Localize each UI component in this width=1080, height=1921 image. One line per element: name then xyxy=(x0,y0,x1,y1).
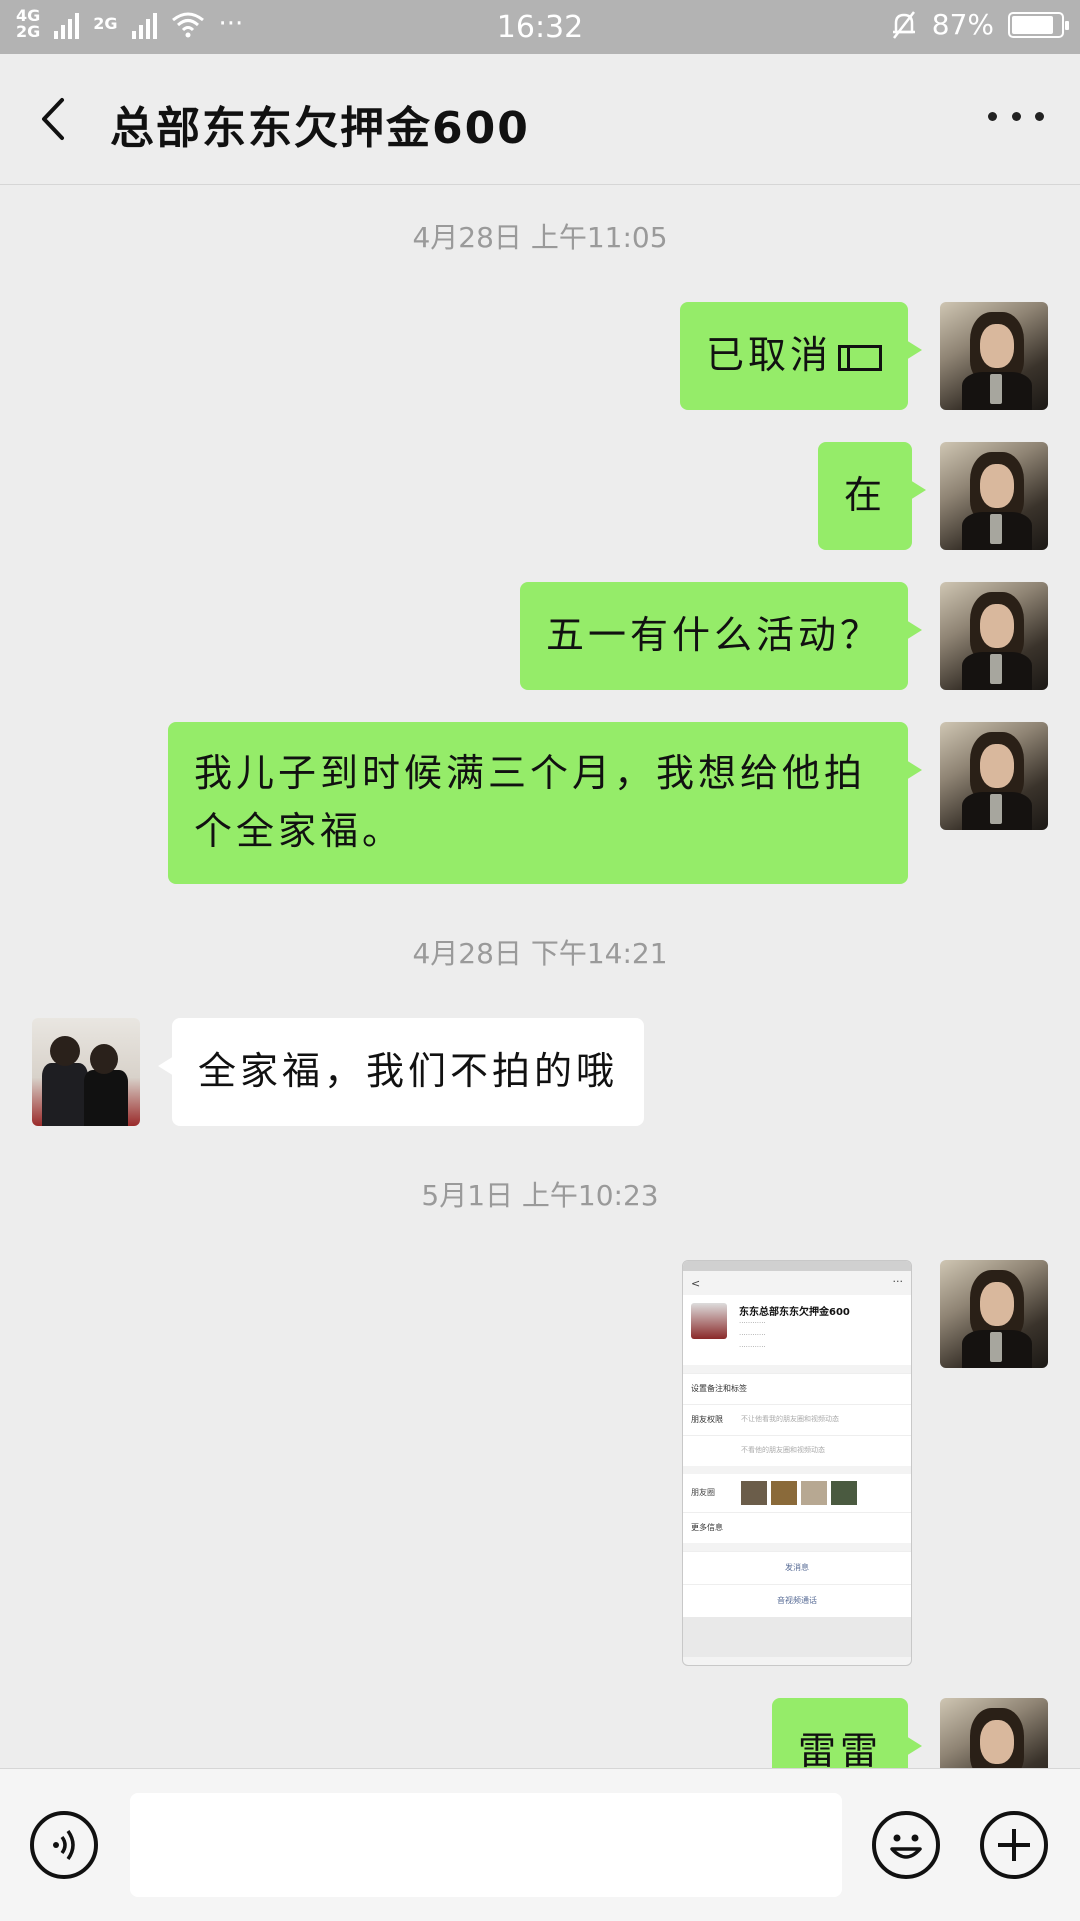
message-bubble-sent[interactable]: 在 xyxy=(817,442,927,550)
battery-icon xyxy=(1008,11,1069,38)
timestamp: 4月28日 上午11:05 xyxy=(412,221,668,254)
row-value: 不看他的朋友圈和视频动态 xyxy=(741,1446,825,1454)
contact-name: 东东总部东东欠押金600 xyxy=(739,1307,850,1318)
timestamp: 4月28日 下午14:21 xyxy=(412,937,668,970)
bell-muted-icon xyxy=(892,10,915,39)
message-text: 已取消 xyxy=(705,333,832,377)
avatar[interactable] xyxy=(940,722,1048,830)
avatar[interactable] xyxy=(940,582,1048,690)
message-bubble-sent[interactable]: 五一有什么活动？ xyxy=(519,582,923,690)
avatar[interactable] xyxy=(940,1260,1048,1368)
chat-header: 总部东东欠押金600 xyxy=(0,54,1080,185)
voice-input-button[interactable] xyxy=(30,1811,98,1879)
status-bar: 4G 2G 2G ··· 16:32 87% xyxy=(0,0,1080,54)
battery-fill xyxy=(1012,15,1054,34)
moment-thumbnail xyxy=(771,1481,797,1505)
back-icon: < xyxy=(691,1277,701,1290)
avatar[interactable] xyxy=(940,302,1048,410)
video-call-label: 音视频通话 xyxy=(683,1584,911,1617)
message-text: 我儿子到时候满三个月，我想给他拍个全家福。 xyxy=(194,751,867,853)
message-bubble-sent[interactable]: 我儿子到时候满三个月，我想给他拍个全家福。 xyxy=(168,722,922,884)
moment-thumbnail xyxy=(831,1481,857,1505)
message-text: 雷雷 xyxy=(797,1729,882,1773)
input-bar xyxy=(0,1768,1080,1921)
row-label: 朋友圈 xyxy=(691,1488,715,1497)
message-text: 五一有什么活动？ xyxy=(545,613,882,657)
more-options-icon[interactable] xyxy=(988,112,1044,126)
battery-percent: 87% xyxy=(931,8,994,41)
message-text: 在 xyxy=(843,473,886,517)
moment-thumbnail xyxy=(801,1481,827,1505)
more-functions-button[interactable] xyxy=(980,1811,1048,1879)
row-value: 不让他看我的朋友圈和视频动态 xyxy=(741,1415,839,1423)
plus-icon xyxy=(998,1829,1030,1861)
more-icon: ··· xyxy=(892,1275,904,1288)
back-icon[interactable] xyxy=(30,94,80,144)
chat-title: 总部东东欠押金600 xyxy=(110,103,530,154)
moment-thumbnail xyxy=(741,1481,767,1505)
status-bar-right: 87% xyxy=(890,8,1069,41)
row-label: 更多信息 xyxy=(691,1523,723,1532)
message-bubble-sent[interactable]: 已取消 xyxy=(679,302,923,410)
message-text: 全家福，我们不拍的哦 xyxy=(198,1049,619,1093)
timestamp: 5月1日 上午10:23 xyxy=(421,1179,659,1212)
message-bubble-received[interactable]: 全家福，我们不拍的哦 xyxy=(157,1018,645,1126)
avatar-contact[interactable] xyxy=(32,1018,140,1126)
smiley-icon xyxy=(890,1834,922,1859)
send-message-label: 发消息 xyxy=(683,1551,911,1584)
video-call-icon xyxy=(838,344,882,371)
voice-icon xyxy=(53,1829,75,1861)
message-input[interactable] xyxy=(130,1793,842,1897)
row-label: 设置备注和标签 xyxy=(691,1384,747,1393)
emoji-button[interactable] xyxy=(872,1811,940,1879)
row-label: 朋友权限 xyxy=(691,1415,723,1424)
avatar[interactable] xyxy=(940,442,1048,550)
avatar xyxy=(691,1303,727,1339)
image-message[interactable]: < ··· 东东总部东东欠押金600 ············ ·········… xyxy=(682,1260,912,1666)
